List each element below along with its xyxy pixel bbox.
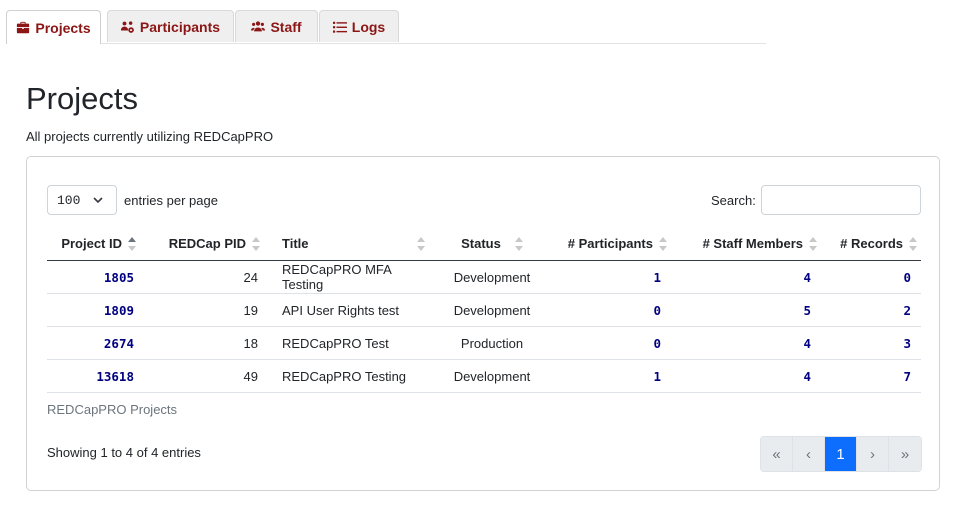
staff-cell: 4: [671, 261, 821, 294]
records-link[interactable]: 2: [903, 303, 911, 318]
participants-link[interactable]: 1: [653, 369, 661, 384]
project-id-cell: 2674: [47, 326, 140, 360]
sort-icon: [659, 237, 667, 252]
tab-staff[interactable]: Staff: [235, 10, 318, 42]
entries-per-page-select[interactable]: 100: [47, 185, 117, 215]
title-cell: REDCapPRO Test: [264, 326, 431, 360]
column-header-project-id[interactable]: Project ID: [47, 227, 140, 261]
staff-link[interactable]: 4: [803, 270, 811, 285]
project-id-cell: 1809: [47, 293, 140, 327]
participants-cell: 0: [553, 293, 671, 327]
project-id-cell: 1805: [47, 261, 140, 294]
participants-cell: 1: [553, 359, 671, 393]
records-cell: 0: [821, 261, 921, 294]
page-title: Projects: [26, 81, 138, 116]
project-id-link[interactable]: 1805: [104, 270, 134, 285]
table-row: 13618 49 REDCapPRO Testing Development 1…: [47, 359, 921, 393]
participants-link[interactable]: 1: [653, 270, 661, 285]
table-row: 1809 19 API User Rights test Development…: [47, 293, 921, 327]
status-cell: Development: [431, 359, 553, 393]
participants-cell: 0: [553, 326, 671, 360]
tab-projects-label: Projects: [35, 19, 91, 36]
project-id-link[interactable]: 2674: [104, 336, 134, 351]
chevron-down-icon: [93, 197, 103, 204]
sort-icon: [417, 237, 425, 251]
tab-logs[interactable]: Logs: [319, 10, 399, 42]
pagination: « ‹ 1 › »: [760, 436, 922, 472]
table-caption: REDCapPRO Projects: [47, 402, 178, 417]
status-cell: Development: [431, 293, 553, 327]
title-cell: API User Rights test: [264, 293, 431, 327]
table-row: 2674 18 REDCapPRO Test Production 0 4 3: [47, 326, 921, 360]
records-cell: 2: [821, 293, 921, 327]
staff-cell: 4: [671, 359, 821, 393]
records-link[interactable]: 7: [903, 369, 911, 384]
records-link[interactable]: 0: [903, 270, 911, 285]
title-cell: REDCapPRO MFA Testing: [282, 262, 392, 292]
project-id-link[interactable]: 13618: [96, 369, 134, 384]
tab-staff-label: Staff: [270, 18, 302, 35]
page-subtitle: All projects currently utilizing REDCapP…: [26, 129, 274, 144]
projects-table: Project ID REDCap PID Title Status # Par…: [47, 227, 921, 393]
entries-per-page-label: entries per page: [124, 193, 218, 208]
participants-link[interactable]: 0: [653, 336, 661, 351]
column-header-participants[interactable]: # Participants: [553, 227, 671, 261]
list-icon: [332, 21, 347, 33]
table-info: Showing 1 to 4 of 4 entries: [47, 445, 201, 460]
records-cell: 3: [821, 326, 921, 360]
column-header-redcap-pid[interactable]: REDCap PID: [140, 227, 264, 261]
sort-icon: [252, 237, 260, 252]
status-cell: Production: [431, 326, 553, 360]
records-link[interactable]: 3: [903, 336, 911, 351]
entries-per-page-value: 100: [57, 192, 81, 208]
nav-tabs: Projects Participants Staff Logs: [6, 10, 766, 44]
search-input[interactable]: [761, 185, 921, 215]
staff-link[interactable]: 4: [803, 369, 811, 384]
users-cog-icon: [120, 20, 134, 33]
column-header-records[interactable]: # Records: [821, 227, 921, 261]
redcap-pid-cell: 49: [140, 359, 264, 393]
staff-cell: 4: [671, 326, 821, 360]
sort-icon: [809, 237, 817, 252]
project-id-link[interactable]: 1809: [104, 303, 134, 318]
project-id-cell: 13618: [47, 359, 140, 393]
tab-projects[interactable]: Projects: [6, 10, 101, 44]
title-cell: REDCapPRO Testing: [264, 359, 431, 393]
status-cell: Development: [453, 269, 531, 285]
tab-participants-label: Participants: [139, 18, 221, 35]
redcap-pid-cell: 19: [140, 293, 264, 327]
previous-page-button[interactable]: ‹: [793, 437, 825, 471]
sort-icon: [514, 237, 523, 252]
sort-icon: [909, 237, 917, 252]
briefcase-icon: [17, 21, 30, 33]
tab-participants[interactable]: Participants: [107, 10, 234, 42]
projects-card: 100 entries per page Search: Project ID …: [26, 156, 940, 491]
staff-link[interactable]: 5: [803, 303, 811, 318]
page-1-button[interactable]: 1: [825, 437, 857, 471]
first-page-button[interactable]: «: [761, 437, 793, 471]
column-header-staff-members[interactable]: # Staff Members: [671, 227, 821, 261]
participants-cell: 1: [553, 261, 671, 294]
redcap-pid-cell: 18: [140, 326, 264, 360]
staff-link[interactable]: 4: [803, 336, 811, 351]
search-label: Search:: [711, 193, 756, 208]
staff-cell: 5: [671, 293, 821, 327]
last-page-button[interactable]: »: [889, 437, 921, 471]
redcap-pid-cell: 24: [243, 269, 258, 285]
tab-logs-label: Logs: [351, 18, 386, 35]
users-icon: [251, 20, 266, 31]
records-cell: 7: [821, 359, 921, 393]
table-row: 1805 24 REDCapPRO MFA Testing Developmen…: [47, 261, 921, 294]
column-header-status[interactable]: Status: [431, 227, 553, 261]
next-page-button[interactable]: ›: [857, 437, 889, 471]
sort-ascending-icon: [128, 237, 136, 252]
column-header-title[interactable]: Title: [264, 227, 431, 261]
participants-link[interactable]: 0: [653, 303, 661, 318]
